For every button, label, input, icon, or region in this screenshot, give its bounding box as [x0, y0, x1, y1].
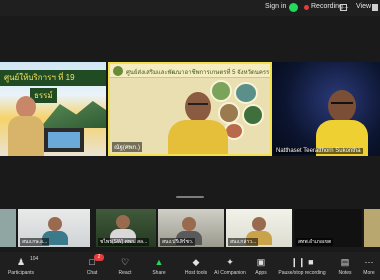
- thumbnail-tile[interactable]: สนง.กล่าว...: [226, 209, 292, 247]
- participant-name-label: สนง.กษ.อ...: [20, 238, 50, 246]
- share-button[interactable]: ▲ Share: [144, 252, 174, 280]
- laptop-screen: [48, 132, 80, 148]
- collage-photo: [242, 104, 264, 126]
- participant-head: [116, 215, 130, 229]
- participant-body: [168, 120, 228, 154]
- agency-logo-icon: [113, 66, 123, 76]
- participant-head: [252, 217, 266, 231]
- participant-name-label: สนง.ปรีเสิร์ชว.: [160, 238, 196, 246]
- apps-label: Apps: [255, 270, 267, 276]
- host-tools-label: Host tools: [184, 270, 208, 276]
- notes-button[interactable]: ▤ Notes: [332, 252, 358, 280]
- panel-resize-handle[interactable]: [176, 196, 204, 198]
- sparkle-icon: ✦: [226, 257, 234, 267]
- participant-name-label: สนง.กล่าว...: [228, 238, 259, 246]
- participant-video: [8, 96, 44, 156]
- tile1-banner: ศูนย์ให้บริการฯ ที่ 19: [0, 70, 106, 86]
- participant-video: [316, 90, 368, 156]
- thumbnail-tile[interactable]: สนง.กษ.อ...: [18, 209, 90, 247]
- collage-photo: [234, 82, 258, 104]
- video-tile-active-speaker[interactable]: ศูนย์ส่งเสริมและพัฒนาอาชีพการเกษตรที่ 5 …: [108, 62, 272, 156]
- thumbnail-tile[interactable]: [364, 209, 380, 247]
- pause-stop-recording-button[interactable]: ❙❙ ■ Pause/stop recording: [276, 252, 328, 280]
- apps-button[interactable]: ▣ Apps: [250, 252, 272, 280]
- view-button[interactable]: View: [356, 3, 371, 10]
- participant-name-label: สทพ.อำเภอเขต: [296, 238, 334, 246]
- thumbnail-tile[interactable]: สทพ.อำเภอเขต: [294, 209, 362, 247]
- tile2-banner-text: ศูนย์ส่งเสริมและพัฒนาอาชีพการเกษตรที่ 5 …: [126, 70, 272, 76]
- ai-companion-label: AI Companion: [214, 270, 246, 276]
- react-button[interactable]: ♡ React: [110, 252, 140, 280]
- recording-dot-icon: [304, 5, 309, 10]
- thumbnail-strip: สนง.กษ.อ... ชไพร(SW) ศพก. สล... สนง.ปรีเ…: [0, 209, 380, 247]
- share-icon: ▲: [154, 257, 164, 267]
- thumbnail-tile[interactable]: สนง.ปรีเสิร์ชว.: [158, 209, 224, 247]
- recording-control-icon[interactable]: [340, 4, 347, 11]
- react-label: React: [118, 270, 132, 276]
- glasses: [188, 103, 208, 108]
- glasses: [331, 102, 353, 107]
- participant-body: [8, 116, 44, 156]
- meeting-top-bar: Sign in Recording... View: [0, 0, 380, 16]
- sign-in-link[interactable]: Sign in: [265, 3, 286, 10]
- thumbnail-tile[interactable]: ชไพร(SW) ศพก. สล...: [96, 209, 156, 247]
- shield-icon: ◆: [192, 257, 200, 267]
- participants-icon: ♟: [16, 257, 26, 267]
- participants-count: 104: [30, 256, 39, 262]
- chat-unread-badge: 2: [94, 254, 104, 261]
- more-button[interactable]: ⋯ More: [358, 252, 380, 280]
- chat-label: Chat: [86, 270, 98, 276]
- notes-icon: ▤: [340, 257, 350, 267]
- security-shield-icon[interactable]: [289, 3, 298, 12]
- participant-video: [168, 92, 228, 154]
- share-label: Share: [152, 270, 166, 276]
- video-tile-1[interactable]: ศูนย์ให้บริการฯ ที่ 19 ธรรม์: [0, 62, 106, 156]
- more-label: More: [363, 270, 375, 276]
- apps-icon: ▣: [256, 257, 266, 267]
- more-dots-icon: ⋯: [364, 257, 374, 267]
- participant-name-label: Natthaset Teeratthorn Sukontha: [274, 148, 363, 154]
- participants-button[interactable]: ♟ 104 Participants: [0, 252, 42, 280]
- heart-icon: ♡: [120, 257, 130, 267]
- participant-name-label: ชไพร(SW) ศพก. สล...: [98, 238, 150, 246]
- video-tile-3[interactable]: Natthaset Teeratthorn Sukontha: [272, 62, 380, 156]
- ai-companion-button[interactable]: ✦ AI Companion: [210, 252, 250, 280]
- pause-stop-icon: ❙❙ ■: [290, 257, 314, 267]
- notes-label: Notes: [338, 270, 352, 276]
- main-video-gallery: ศูนย์ให้บริการฯ ที่ 19 ธรรม์ ศูนย์ส่งเสร…: [0, 62, 380, 156]
- participant-head: [16, 96, 36, 118]
- tile2-banner: ศูนย์ส่งเสริมและพัฒนาอาชีพการเกษตรที่ 5 …: [110, 64, 270, 78]
- grid-view-icon[interactable]: [372, 4, 378, 11]
- thumbnail-tile[interactable]: [0, 209, 16, 247]
- recording-control-label: Pause/stop recording: [278, 270, 326, 276]
- host-tools-button[interactable]: ◆ Host tools: [178, 252, 214, 280]
- meeting-toolbar: ♟ 104 Participants □ 2 Chat ♡ React ▲ Sh…: [0, 252, 380, 280]
- participants-label: Participants: [7, 270, 35, 276]
- participant-head: [48, 217, 62, 231]
- participant-name-label: ณัฐ(ศพก.): [112, 142, 142, 152]
- participant-head: [182, 217, 196, 231]
- chat-button[interactable]: □ 2 Chat: [76, 252, 108, 280]
